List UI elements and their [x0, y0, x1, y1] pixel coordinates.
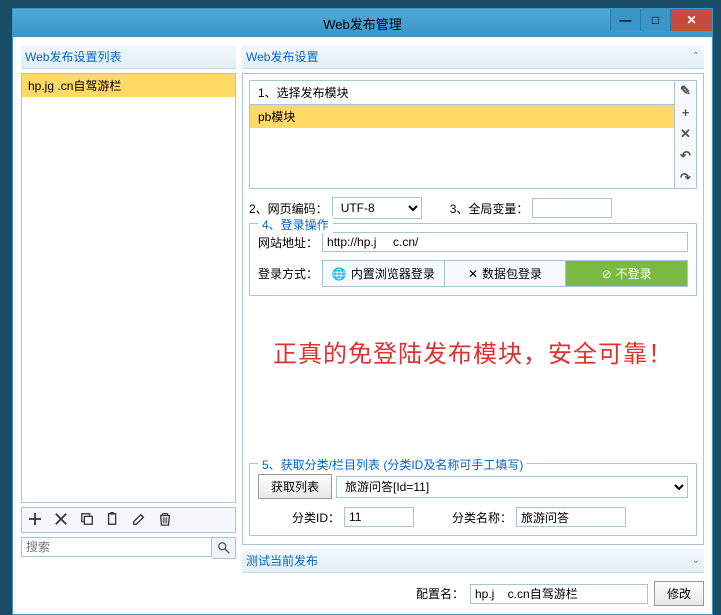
right-title-text: Web发布设置	[246, 48, 318, 65]
search-button[interactable]	[212, 537, 236, 559]
expand-icon[interactable]: ⌄	[692, 555, 700, 566]
add-icon[interactable]	[28, 512, 44, 528]
module-header: 1、选择发布模块	[250, 81, 674, 105]
test-title-text: 测试当前发布	[246, 552, 318, 569]
titlebar: Web发布管理 — □ ✕	[13, 9, 712, 37]
category-name-input[interactable]	[516, 507, 626, 527]
settings-body: 1、选择发布模块 pb模块 ✎ + ✕ ↶ ↷ 2、网页编码： UTF-8	[242, 73, 704, 545]
module-add-icon[interactable]: +	[682, 105, 690, 120]
shuffle-icon: ✕	[468, 267, 478, 281]
login-buttons: 🌐内置浏览器登录 ✕数据包登录 ⊘不登录	[322, 260, 688, 287]
left-panel-title: Web发布设置列表	[21, 45, 236, 69]
login-packet-button[interactable]: ✕数据包登录	[445, 261, 567, 286]
delete-icon[interactable]	[54, 512, 70, 528]
login-fieldset: 4、登录操作 网站地址： 登录方式： 🌐内置浏览器登录 ✕数据包登录 ⊘不登录	[249, 223, 697, 296]
window-body: Web发布设置列表 hp.jg .cn自驾游栏 Web发布设置 ⌃	[13, 37, 712, 614]
copy-icon[interactable]	[80, 512, 96, 528]
window-controls: — □ ✕	[610, 9, 712, 31]
test-panel-title[interactable]: 测试当前发布 ⌄	[242, 549, 704, 573]
encoding-label: 2、网页编码：	[249, 200, 328, 217]
login-section-label: 4、登录操作	[258, 216, 333, 233]
category-select[interactable]: 旅游问答[Id=11]	[336, 476, 688, 498]
login-browser-button[interactable]: 🌐内置浏览器登录	[323, 261, 445, 286]
url-label: 网站地址：	[258, 234, 318, 251]
overlay-message: 正真的免登陆发布模块，安全可靠！	[263, 334, 683, 369]
category-id-label: 分类ID：	[292, 509, 340, 526]
module-toolbar: ✎ + ✕ ↶ ↷	[674, 81, 696, 188]
module-edit-icon[interactable]: ✎	[680, 83, 691, 99]
list-item[interactable]: hp.jg .cn自驾游栏	[22, 74, 235, 97]
list-toolbar	[21, 507, 236, 533]
global-var-label: 3、全局变量：	[450, 200, 529, 217]
collapse-icon[interactable]: ⌃	[692, 51, 700, 62]
login-method-label: 登录方式：	[258, 265, 318, 282]
settings-list[interactable]: hp.jg .cn自驾游栏	[21, 73, 236, 503]
module-empty	[250, 128, 674, 188]
url-input[interactable]	[322, 232, 688, 252]
module-redo-icon[interactable]: ↷	[680, 170, 691, 186]
block-icon: ⊘	[602, 267, 612, 281]
module-item[interactable]: pb模块	[250, 105, 674, 128]
module-section: 1、选择发布模块 pb模块 ✎ + ✕ ↶ ↷	[249, 80, 697, 189]
category-fieldset: 5、获取分类/栏目列表 (分类ID及名称可手工填写) 获取列表 旅游问答[Id=…	[249, 463, 697, 536]
module-list: 1、选择发布模块 pb模块	[250, 81, 674, 188]
globe-icon: 🌐	[332, 267, 347, 281]
login-none-button[interactable]: ⊘不登录	[566, 261, 687, 286]
category-section-label: 5、获取分类/栏目列表 (分类ID及名称可手工填写)	[258, 456, 527, 473]
minimize-button[interactable]: —	[610, 9, 640, 31]
window-title: Web发布管理	[323, 14, 402, 33]
search-input[interactable]	[21, 537, 212, 557]
global-var-input[interactable]	[532, 198, 612, 218]
close-button[interactable]: ✕	[670, 9, 712, 31]
category-name-label: 分类名称：	[452, 509, 512, 526]
module-delete-icon[interactable]: ✕	[680, 126, 691, 142]
module-undo-icon[interactable]: ↶	[680, 148, 691, 164]
right-panel: Web发布设置 ⌃ 1、选择发布模块 pb模块 ✎ + ✕ ↶ ↷	[242, 45, 704, 606]
maximize-button[interactable]: □	[640, 9, 670, 31]
left-title-text: Web发布设置列表	[25, 48, 121, 65]
left-panel: Web发布设置列表 hp.jg .cn自驾游栏	[21, 45, 236, 606]
right-panel-title[interactable]: Web发布设置 ⌃	[242, 45, 704, 69]
encoding-select[interactable]: UTF-8	[332, 197, 422, 219]
paste-icon[interactable]	[106, 512, 122, 528]
main-window: Web发布管理 — □ ✕ Web发布设置列表 hp.jg .cn自驾游栏	[12, 8, 713, 615]
trash-icon[interactable]	[158, 512, 174, 528]
edit-icon[interactable]	[132, 512, 148, 528]
fetch-list-button[interactable]: 获取列表	[258, 474, 332, 499]
category-id-input[interactable]	[344, 507, 414, 527]
search-row	[21, 537, 236, 559]
